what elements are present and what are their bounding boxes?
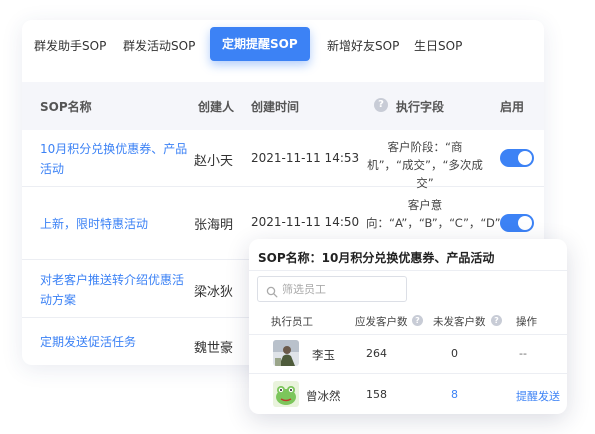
- divider: [249, 270, 567, 271]
- question-mark-icon[interactable]: ?: [374, 98, 388, 112]
- tab-group-activity-sop[interactable]: 群发活动SOP: [123, 36, 195, 56]
- tab-birthday-sop[interactable]: 生日SOP: [414, 36, 462, 56]
- divider: [249, 334, 567, 335]
- creator-name: 赵小天: [194, 154, 234, 169]
- toggle-knob: [518, 216, 532, 230]
- creator-name: 魏世豪: [194, 341, 234, 356]
- creator-name: 张海明: [194, 218, 234, 233]
- creator-name: 梁冰狄: [194, 285, 234, 300]
- header-unsent-count: 未发客户数: [433, 316, 486, 328]
- exec-field-value: 客户意向：“A”，“B”，“C”，“D”: [366, 198, 501, 230]
- sop-name-link[interactable]: 对老客户推送转介绍优惠活动方案: [40, 270, 190, 310]
- search-icon: [266, 283, 278, 298]
- table-header: SOP名称 创建人 创建时间 ? 执行字段 启用: [22, 82, 544, 130]
- header-sop-name: SOP名称: [40, 100, 92, 114]
- avatar: [273, 340, 299, 366]
- header-creator: 创建人: [198, 100, 235, 114]
- popup-title: SOP名称：10月积分兑换优惠券、产品活动: [258, 251, 495, 265]
- header-enabled: 启用: [500, 100, 525, 114]
- header-created-time: 创建时间: [251, 100, 300, 114]
- exec-field-value: 客户阶段：“商机”，“成交”，“多次成交”: [367, 140, 483, 190]
- action-placeholder: --: [519, 347, 527, 360]
- remind-send-link[interactable]: 提醒发送: [516, 388, 560, 404]
- tab-group-assistant-sop[interactable]: 群发助手SOP: [34, 36, 106, 56]
- enable-toggle[interactable]: [500, 214, 534, 232]
- should-send-count: 158: [366, 388, 387, 401]
- sop-name-link[interactable]: 上新，限时特惠活动: [40, 214, 190, 234]
- created-time: 2021-11-11 14:53: [251, 151, 360, 165]
- question-mark-icon[interactable]: ?: [412, 315, 423, 326]
- enable-toggle[interactable]: [500, 149, 534, 167]
- question-mark-icon[interactable]: ?: [491, 315, 502, 326]
- staff-name: 李玉: [312, 348, 335, 362]
- toggle-knob: [518, 151, 532, 165]
- staff-name: 曾冰然: [306, 389, 341, 403]
- unsent-count: 0: [451, 347, 458, 360]
- created-time: 2021-11-11 14:50: [251, 215, 360, 229]
- should-send-count: 264: [366, 347, 387, 360]
- staff-filter-search[interactable]: [257, 276, 407, 302]
- sop-name-link[interactable]: 定期发送促活任务: [40, 332, 190, 352]
- sop-tab-bar: 群发助手SOP 群发活动SOP 定期提醒SOP 新增好友SOP 生日SOP: [22, 20, 544, 82]
- divider: [249, 373, 567, 374]
- tab-periodic-reminder-sop[interactable]: 定期提醒SOP: [210, 27, 310, 61]
- tab-new-friend-sop[interactable]: 新增好友SOP: [327, 36, 399, 56]
- header-action: 操作: [516, 316, 537, 328]
- header-exec-field: 执行字段: [396, 100, 445, 114]
- header-should-send-count: 应发客户数: [355, 316, 408, 328]
- avatar: [273, 381, 299, 407]
- unsent-count-link[interactable]: 8: [451, 388, 458, 401]
- search-input[interactable]: [282, 280, 402, 298]
- header-exec-staff: 执行员工: [271, 316, 313, 328]
- sop-name-link[interactable]: 10月积分兑换优惠券、产品活动: [40, 139, 190, 179]
- sop-detail-popup: SOP名称：10月积分兑换优惠券、产品活动 执行员工 应发客户数 ? 未发客户数…: [249, 239, 567, 414]
- table-row: 10月积分兑换优惠券、产品活动 赵小天 2021-11-11 14:53 客户阶…: [22, 130, 544, 190]
